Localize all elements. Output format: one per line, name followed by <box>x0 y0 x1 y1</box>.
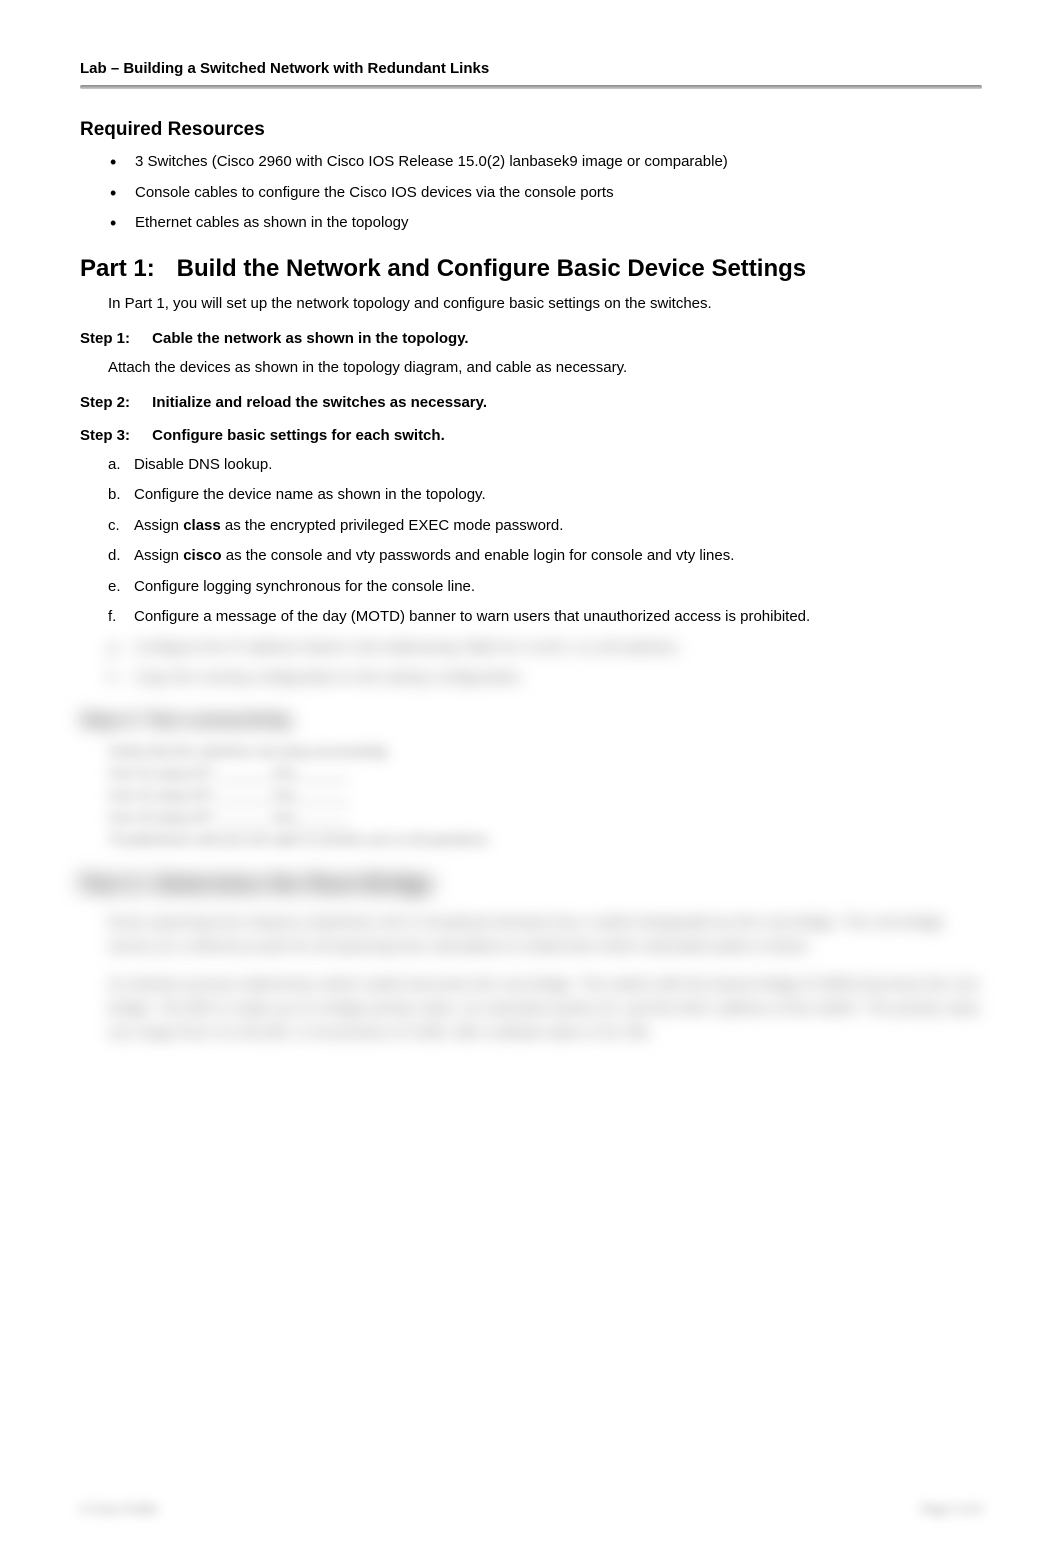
list-item: Console cables to configure the Cisco IO… <box>110 182 982 205</box>
letter-content: Copy the running configuration to the st… <box>134 667 982 690</box>
ping-line: Can S1 ping S3? _______Yes_______ <box>80 787 982 803</box>
list-item: 3 Switches (Cisco 2960 with Cisco IOS Re… <box>110 151 982 174</box>
step-title-text: Cable the network as shown in the topolo… <box>152 330 468 347</box>
list-item: e. Configure logging synchronous for the… <box>108 576 982 599</box>
step-label: Step 1: <box>80 330 148 347</box>
part-title-text: Build the Network and Configure Basic De… <box>177 255 806 282</box>
list-item: f. Configure a message of the day (MOTD)… <box>108 606 982 629</box>
step-3-heading: Step 3: Configure basic settings for eac… <box>80 427 982 444</box>
step-label: Step 2: <box>80 394 148 411</box>
step-3-list: a. Disable DNS lookup. b. Configure the … <box>80 454 982 629</box>
letter-content: Configure the device name as shown in th… <box>134 484 982 507</box>
page-header-title: Lab – Building a Switched Network with R… <box>80 60 982 85</box>
step-label: Step 3: <box>80 427 148 444</box>
page-footer: © Cisco Public Page 2 of 6 <box>80 1502 982 1516</box>
part-1-heading: Part 1: Build the Network and Configure … <box>80 255 982 283</box>
list-item: d. Assign cisco as the console and vty p… <box>108 545 982 568</box>
letter-content: Configure a message of the day (MOTD) ba… <box>134 606 982 629</box>
step-4-heading-blurred: Step 4: Test connectivity. <box>80 710 982 731</box>
ping-line: Can S2 ping S3? _______Yes_______ <box>80 809 982 825</box>
blurred-text: Verify that the switches can ping succes… <box>80 743 982 759</box>
footer-left: © Cisco Public <box>80 1502 158 1516</box>
header-divider <box>80 85 982 89</box>
letter-content: Configure the IP address listed in the A… <box>134 637 982 660</box>
bold-class: class <box>183 517 221 534</box>
step-title-text: Initialize and reload the switches as ne… <box>152 394 487 411</box>
letter-label: a. <box>108 454 134 477</box>
letter-label: b. <box>108 484 134 507</box>
letter-label: f. <box>108 606 134 629</box>
list-item: c. Assign class as the encrypted privile… <box>108 515 982 538</box>
step-3-list-hidden: g. Configure the IP address listed in th… <box>80 637 982 690</box>
bold-cisco: cisco <box>183 547 221 564</box>
part-1-intro: In Part 1, you will set up the network t… <box>80 293 982 314</box>
required-resources-list: 3 Switches (Cisco 2960 with Cisco IOS Re… <box>80 151 982 235</box>
footer-right: Page 2 of 6 <box>921 1502 982 1516</box>
list-item: h. Copy the running configuration to the… <box>108 667 982 690</box>
ping-line: Can S1 ping S2? _______Yes_______ <box>80 765 982 781</box>
step-1-text: Attach the devices as shown in the topol… <box>80 357 982 378</box>
part-label: Part 1: <box>80 255 170 283</box>
letter-label: d. <box>108 545 134 568</box>
letter-label: h. <box>108 667 134 690</box>
part-2-heading-blurred: Part 2: Determine the Root Bridge <box>80 871 982 897</box>
required-resources-heading: Required Resources <box>80 119 982 141</box>
list-item: Ethernet cables as shown in the topology <box>110 212 982 235</box>
letter-content: Configure logging synchronous for the co… <box>134 576 982 599</box>
blurred-paragraph: Every spanning-tree instance (switched L… <box>80 911 982 959</box>
blurred-content-region: g. Configure the IP address listed in th… <box>80 637 982 690</box>
blurred-paragraph: An election process determines which swi… <box>80 973 982 1045</box>
letter-content: Assign cisco as the console and vty pass… <box>134 545 982 568</box>
list-item: a. Disable DNS lookup. <box>108 454 982 477</box>
letter-label: e. <box>108 576 134 599</box>
list-item: g. Configure the IP address listed in th… <box>108 637 982 660</box>
list-item: b. Configure the device name as shown in… <box>108 484 982 507</box>
letter-content: Disable DNS lookup. <box>134 454 982 477</box>
step-title-text: Configure basic settings for each switch… <box>152 427 445 444</box>
step-1-heading: Step 1: Cable the network as shown in th… <box>80 330 982 347</box>
letter-label: c. <box>108 515 134 538</box>
letter-content: Assign class as the encrypted privileged… <box>134 515 982 538</box>
blurred-text: Troubleshoot until you are able to answe… <box>80 831 982 847</box>
step-2-heading: Step 2: Initialize and reload the switch… <box>80 394 982 411</box>
letter-label: g. <box>108 637 134 660</box>
